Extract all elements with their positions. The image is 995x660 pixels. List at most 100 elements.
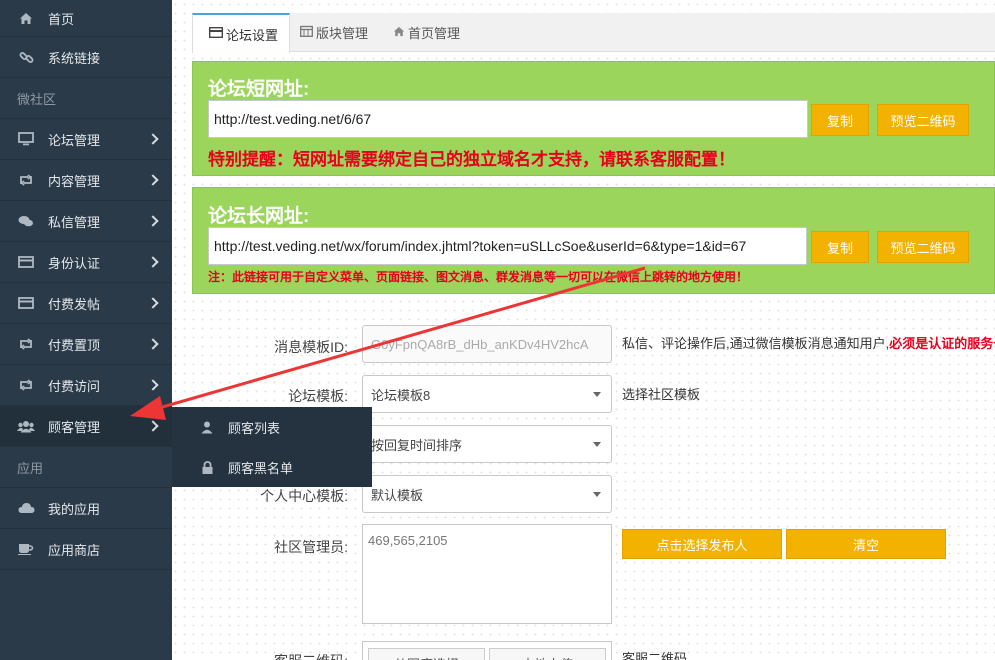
nav-home-label: 首页 — [48, 11, 75, 27]
lock-icon — [200, 460, 214, 474]
caret-down-icon — [593, 492, 601, 497]
users-icon — [17, 419, 35, 433]
preview-long-qrcode-button[interactable]: 预览二维码 — [877, 231, 969, 263]
profile-template-select[interactable]: 默认模板 — [362, 475, 612, 513]
retweet-icon — [17, 378, 35, 392]
msg-template-label: 消息模板ID: — [274, 339, 348, 355]
select-poster-button[interactable]: 点击选择发布人 — [622, 529, 782, 559]
forum-template-note: 选择社区模板 — [622, 387, 701, 402]
caret-down-icon — [593, 392, 601, 397]
nav-paid-visit-label: 付费访问 — [48, 378, 101, 394]
comments-icon — [17, 214, 35, 228]
nav-paid-post-label: 付费发帖 — [48, 296, 101, 312]
submenu-customer-list-label: 顾客列表 — [228, 420, 281, 436]
nav-my-apps-label: 我的应用 — [48, 501, 101, 517]
chevron-right-icon — [147, 379, 159, 391]
coffee-icon — [17, 542, 35, 556]
credit-card-icon — [17, 255, 35, 269]
msg-template-input[interactable]: G0yFpnQA8rB_dHb_anKDv4HV2hcA — [362, 325, 612, 363]
nav-message-manage[interactable]: 私信管理 — [0, 201, 172, 242]
tab-forum-settings-label: 论坛设置 — [226, 27, 279, 43]
cloud-icon — [17, 501, 35, 515]
chevron-right-icon — [147, 174, 159, 186]
forum-template-label: 论坛模板: — [288, 388, 348, 404]
chevron-right-icon — [147, 133, 159, 145]
nav-app-store[interactable]: 应用商店 — [0, 529, 172, 570]
short-url-input[interactable]: http://test.veding.net/6/67 — [208, 100, 808, 138]
chevron-right-icon — [147, 338, 159, 350]
nav-identity-label: 身份认证 — [48, 255, 101, 271]
forum-template-select[interactable]: 论坛模板8 — [362, 375, 612, 413]
msg-template-note-red: 必须是认证的服务号 — [889, 336, 995, 351]
submenu-customer-list[interactable]: 顾客列表 — [172, 407, 372, 447]
forum-template-value: 论坛模板8 — [371, 387, 431, 403]
link-icon — [17, 50, 35, 64]
section-micro-community: 微社区 — [0, 78, 172, 119]
tab-board-manage-label: 版块管理 — [316, 26, 369, 41]
calendar-icon — [300, 25, 313, 40]
customer-submenu: 顾客列表 顾客黑名单 — [172, 407, 372, 487]
tab-home-manage[interactable]: 首页管理 — [393, 13, 460, 52]
home-icon — [393, 26, 405, 40]
submenu-blacklist-label: 顾客黑名单 — [228, 460, 294, 476]
sort-select[interactable]: 按回复时间排序 — [362, 425, 612, 463]
admin-textarea[interactable]: 469,565,2105 — [362, 524, 612, 624]
nav-app-store-label: 应用商店 — [48, 542, 101, 558]
profile-template-label: 个人中心模板: — [260, 488, 348, 504]
copy-long-url-button[interactable]: 复制 — [811, 231, 869, 263]
long-url-note: 注：此链接可用于自定义菜单、页面链接、图文消息、群发消息等一切可以在微信上跳转的… — [208, 270, 749, 284]
msg-template-note: 私信、评论操作后,通过微信模板消息通知用户,必须是认证的服务号 — [622, 333, 995, 352]
nav-identity[interactable]: 身份认证 — [0, 242, 172, 283]
qrcode-label: 客服二维码: — [178, 651, 348, 660]
caret-down-icon — [593, 442, 601, 447]
qrcode-note: 客服二维码 — [622, 651, 688, 660]
clear-button[interactable]: 清空 — [786, 529, 946, 559]
retweet-icon — [17, 337, 35, 351]
nav-customer-manage[interactable]: 顾客管理 — [0, 406, 172, 447]
preview-short-qrcode-button[interactable]: 预览二维码 — [877, 104, 969, 136]
nav-system-links-label: 系统链接 — [48, 50, 101, 66]
from-library-button[interactable]: 从图库选择 — [368, 648, 485, 660]
user-icon — [200, 421, 214, 434]
local-upload-button[interactable]: 本地上传 — [489, 648, 606, 660]
sidebar: 首页 系统链接 微社区 论坛管理 内容管理 私信管理 身份认证 付费发帖 付费置… — [0, 0, 172, 660]
long-url-input[interactable]: http://test.veding.net/wx/forum/index.jh… — [208, 227, 807, 265]
nav-home[interactable]: 首页 — [0, 0, 172, 37]
nav-content-manage-label: 内容管理 — [48, 173, 101, 189]
retweet-icon — [17, 173, 35, 187]
tab-forum-settings[interactable]: 论坛设置 — [192, 13, 290, 53]
nav-content-manage[interactable]: 内容管理 — [0, 160, 172, 201]
nav-paid-top-label: 付费置顶 — [48, 337, 101, 353]
msg-template-note-text: 私信、评论操作后,通过微信模板消息通知用户, — [622, 336, 890, 351]
nav-system-links[interactable]: 系统链接 — [0, 37, 172, 78]
long-url-panel: 论坛长网址: http://test.veding.net/wx/forum/i… — [192, 187, 995, 294]
copy-short-url-button[interactable]: 复制 — [811, 104, 869, 136]
short-url-warning: 特别提醒：短网址需要绑定自己的独立域名才支持，请联系客服配置！ — [208, 150, 735, 169]
nav-forum-manage[interactable]: 论坛管理 — [0, 119, 172, 160]
short-url-panel: 论坛短网址: http://test.veding.net/6/67 复制 预览… — [192, 61, 995, 176]
tab-board-manage[interactable]: 版块管理 — [300, 13, 368, 52]
submenu-blacklist[interactable]: 顾客黑名单 — [172, 447, 372, 487]
section-apps: 应用 — [0, 447, 172, 488]
credit-card-icon — [17, 296, 35, 310]
long-url-title: 论坛长网址: — [208, 206, 310, 227]
nav-paid-top[interactable]: 付费置顶 — [0, 324, 172, 365]
credit-card-icon — [208, 26, 224, 41]
chevron-right-icon — [147, 297, 159, 309]
chevron-right-icon — [147, 215, 159, 227]
nav-paid-visit[interactable]: 付费访问 — [0, 365, 172, 406]
chevron-right-icon — [147, 420, 159, 432]
nav-message-manage-label: 私信管理 — [48, 214, 101, 230]
nav-my-apps[interactable]: 我的应用 — [0, 488, 172, 529]
tab-home-manage-label: 首页管理 — [408, 26, 461, 41]
chevron-right-icon — [147, 256, 159, 268]
monitor-icon — [17, 132, 35, 146]
short-url-title: 论坛短网址: — [208, 79, 310, 100]
nav-paid-post[interactable]: 付费发帖 — [0, 283, 172, 324]
profile-template-value: 默认模板 — [371, 487, 424, 503]
home-icon — [17, 11, 35, 25]
nav-customer-manage-label: 顾客管理 — [48, 419, 101, 435]
tab-bar: 论坛设置 版块管理 首页管理 — [192, 13, 995, 53]
nav-forum-manage-label: 论坛管理 — [48, 132, 101, 148]
sort-value: 按回复时间排序 — [371, 437, 463, 453]
